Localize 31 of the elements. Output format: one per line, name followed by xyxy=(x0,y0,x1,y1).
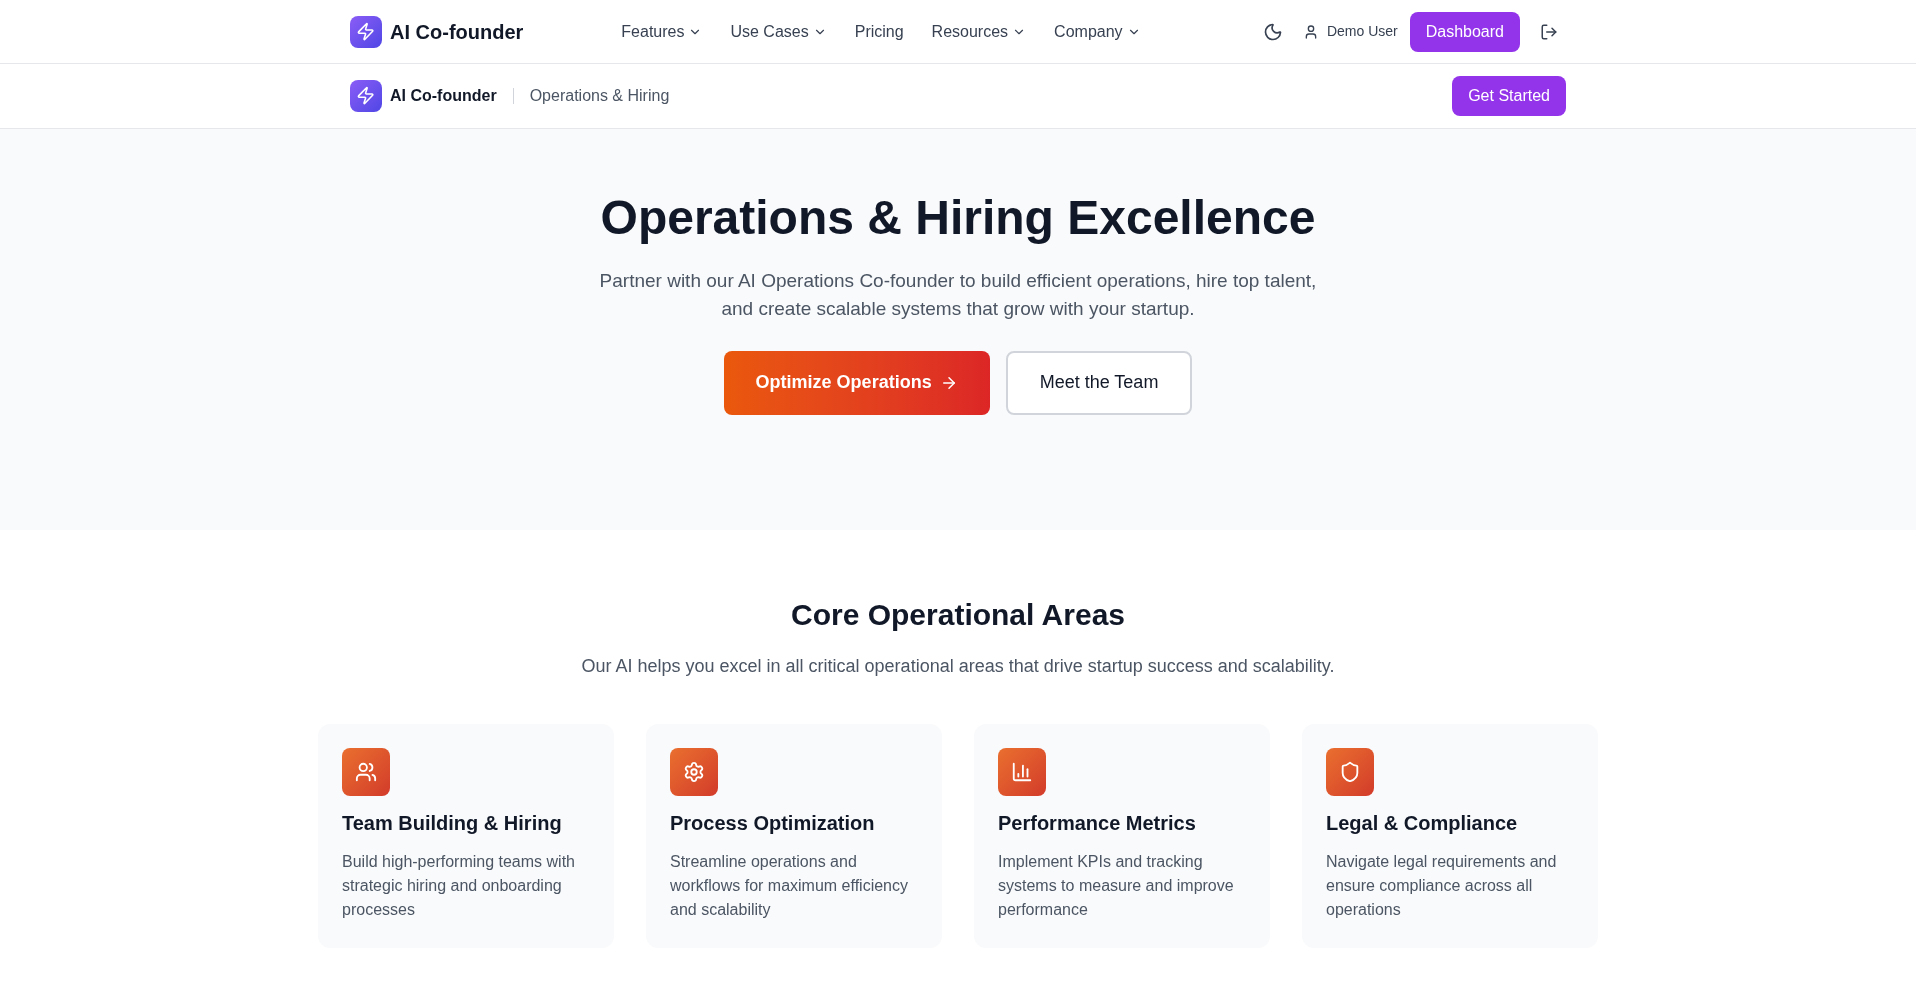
card-description: Build high-performing teams with strategic hiring and onboarding processes xyxy=(342,852,576,920)
page-title: Operations & Hiring xyxy=(529,86,670,106)
bolt-logo-icon xyxy=(350,80,382,112)
card-title: Team Building & Hiring xyxy=(342,811,563,836)
hero-description: Partner with our AI Operations Co-founder to build efficient operations, hire top talent, and create scalable systems that grow with your startup. xyxy=(599,268,1317,321)
meet-team-button[interactable]: Meet the Team xyxy=(1005,350,1193,415)
card-description: Implement KPIs and tracking systems to measure and improve performance xyxy=(998,852,1235,920)
user-menu[interactable]: Demo User xyxy=(1302,21,1398,42)
nav-menu-item[interactable]: Pricing xyxy=(854,19,904,44)
card-description: Streamline operations and workflows for maximum efficiency and scalability xyxy=(670,852,909,920)
brand-name[interactable]: AI Co-founder xyxy=(390,16,524,47)
card-title: Process Optimization xyxy=(670,811,876,836)
gear-icon xyxy=(670,748,718,796)
nav-menu-item[interactable]: Use Cases xyxy=(730,19,827,44)
section-subtitle: Our AI helps you excel in all critical operational areas that drive startup success and scalability. xyxy=(581,655,1335,678)
people-icon xyxy=(342,748,390,796)
nav-menu-item[interactable]: Company xyxy=(1054,19,1141,44)
optimize-operations-button[interactable]: Optimize Operations xyxy=(723,350,990,415)
brand-name[interactable]: AI Co-founder xyxy=(390,84,497,108)
dashboard-button[interactable]: Dashboard xyxy=(1409,11,1520,52)
card-title: Legal & Compliance xyxy=(1326,811,1519,836)
bar-chart-icon xyxy=(998,748,1046,796)
nav-menu-item[interactable]: Resources xyxy=(931,19,1027,44)
section-title: Core Operational Areas xyxy=(791,597,1125,633)
get-started-button[interactable]: Get Started xyxy=(1452,76,1566,116)
card-description: Navigate legal requirements and ensure compliance across all operations xyxy=(1326,852,1558,920)
bolt-logo-icon xyxy=(350,15,382,48)
hero-title: Operations & Hiring Excellence xyxy=(600,190,1316,246)
nav-menu-item[interactable]: Features xyxy=(621,19,703,44)
shield-icon xyxy=(1326,748,1374,796)
card-title: Performance Metrics xyxy=(998,811,1197,836)
